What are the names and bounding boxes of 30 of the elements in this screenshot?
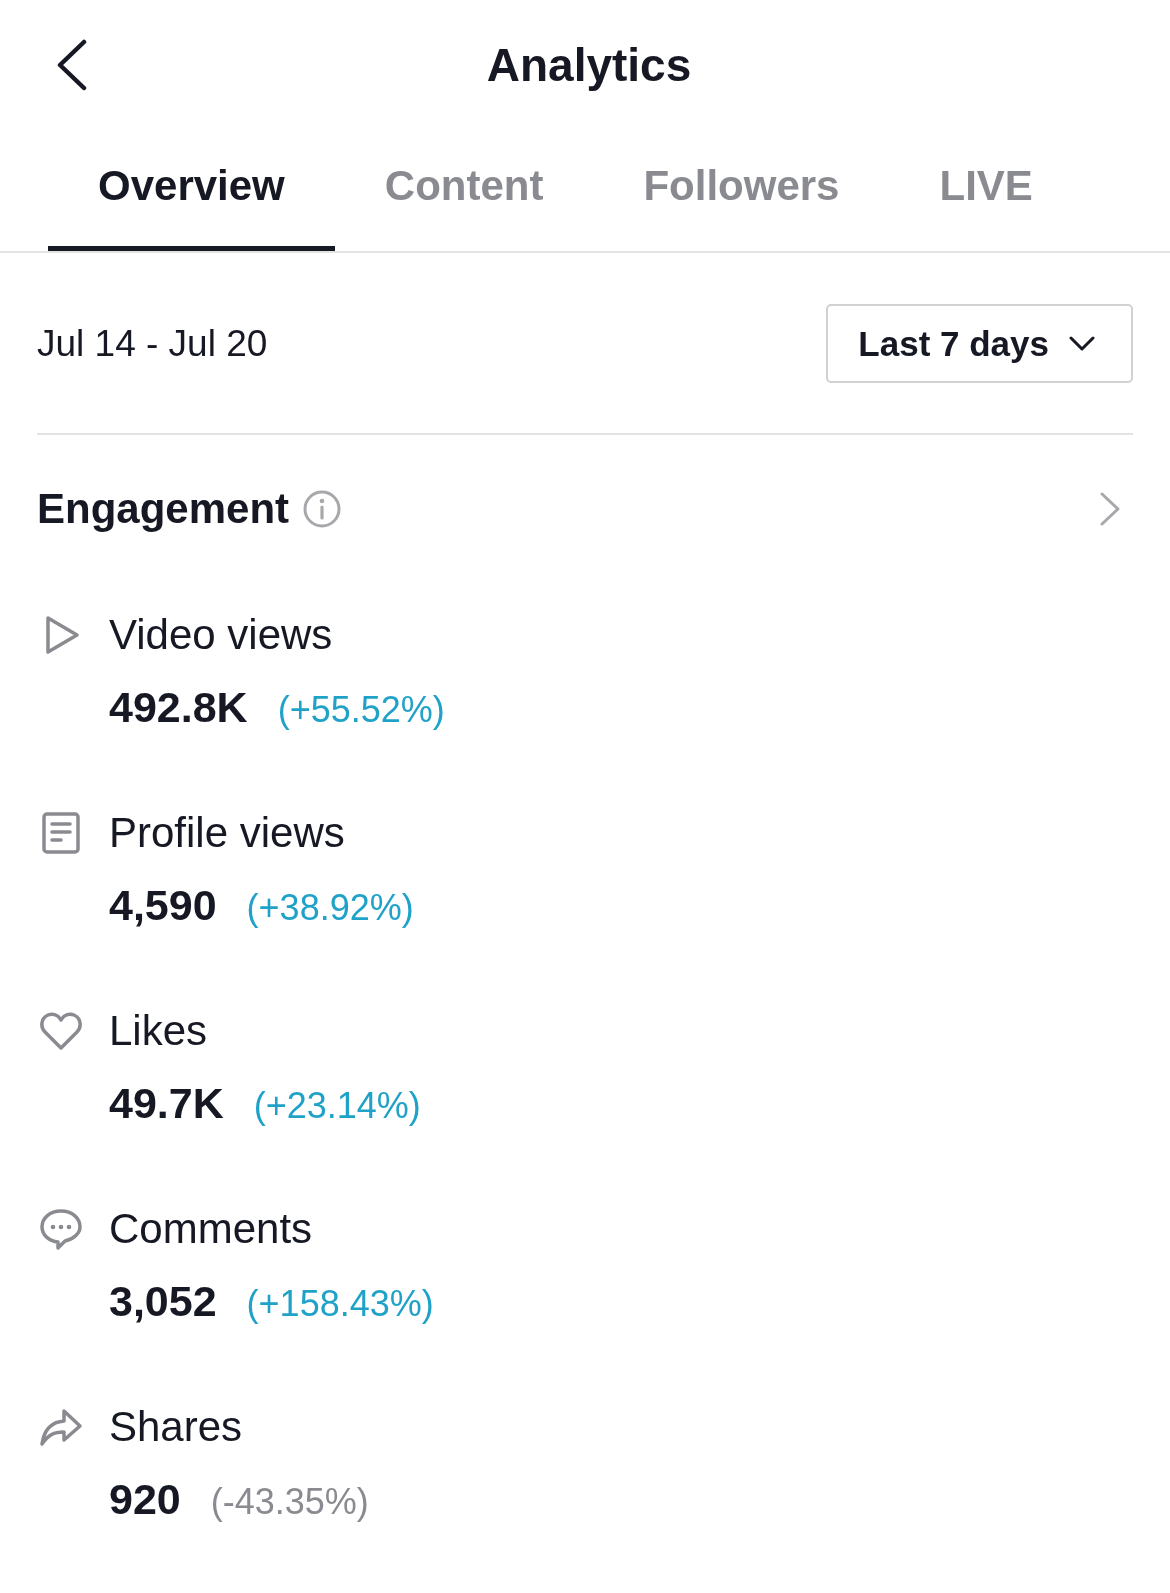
metric-label: Shares (109, 1403, 243, 1451)
metric-value: 920 (109, 1475, 181, 1523)
metric-label: Video views (109, 611, 333, 659)
change-percentage: (+158.43%) (246, 1282, 434, 1326)
metric-value: 3,052 (109, 1277, 217, 1325)
metric-label: Profile views (109, 809, 345, 857)
metric-value: 492.8K (109, 683, 248, 731)
speech-bubble-icon (39, 1207, 83, 1251)
metric-label: Likes (109, 1007, 208, 1055)
date-range-text: Jul 14 - Jul 20 (37, 321, 268, 366)
tab[interactable]: LIVE (889, 130, 1083, 251)
metric-value: 4,590 (109, 881, 217, 929)
chevron-down-icon (1069, 335, 1095, 352)
metric-value: 49.7K (109, 1079, 224, 1127)
chevron-right-icon[interactable] (1099, 491, 1121, 527)
heart-icon (39, 1009, 83, 1053)
change-percentage: (-43.35%) (210, 1480, 369, 1524)
document-icon (39, 811, 83, 855)
change-percentage: (+23.14%) (253, 1084, 421, 1128)
tab[interactable]: Content (334, 130, 594, 251)
chevron-left-icon[interactable] (56, 39, 88, 91)
metric-label: Comments (109, 1205, 313, 1253)
info-icon[interactable] (303, 490, 342, 528)
section-title: Engagement (37, 485, 290, 533)
change-percentage: (+38.92%) (246, 886, 414, 930)
page-title: Analytics (486, 38, 692, 93)
tab[interactable]: Followers (593, 130, 890, 251)
tab[interactable]: Overview (48, 130, 335, 251)
change-percentage: (+55.52%) (277, 688, 445, 732)
period-dropdown[interactable]: Last 7 days (826, 304, 1133, 383)
